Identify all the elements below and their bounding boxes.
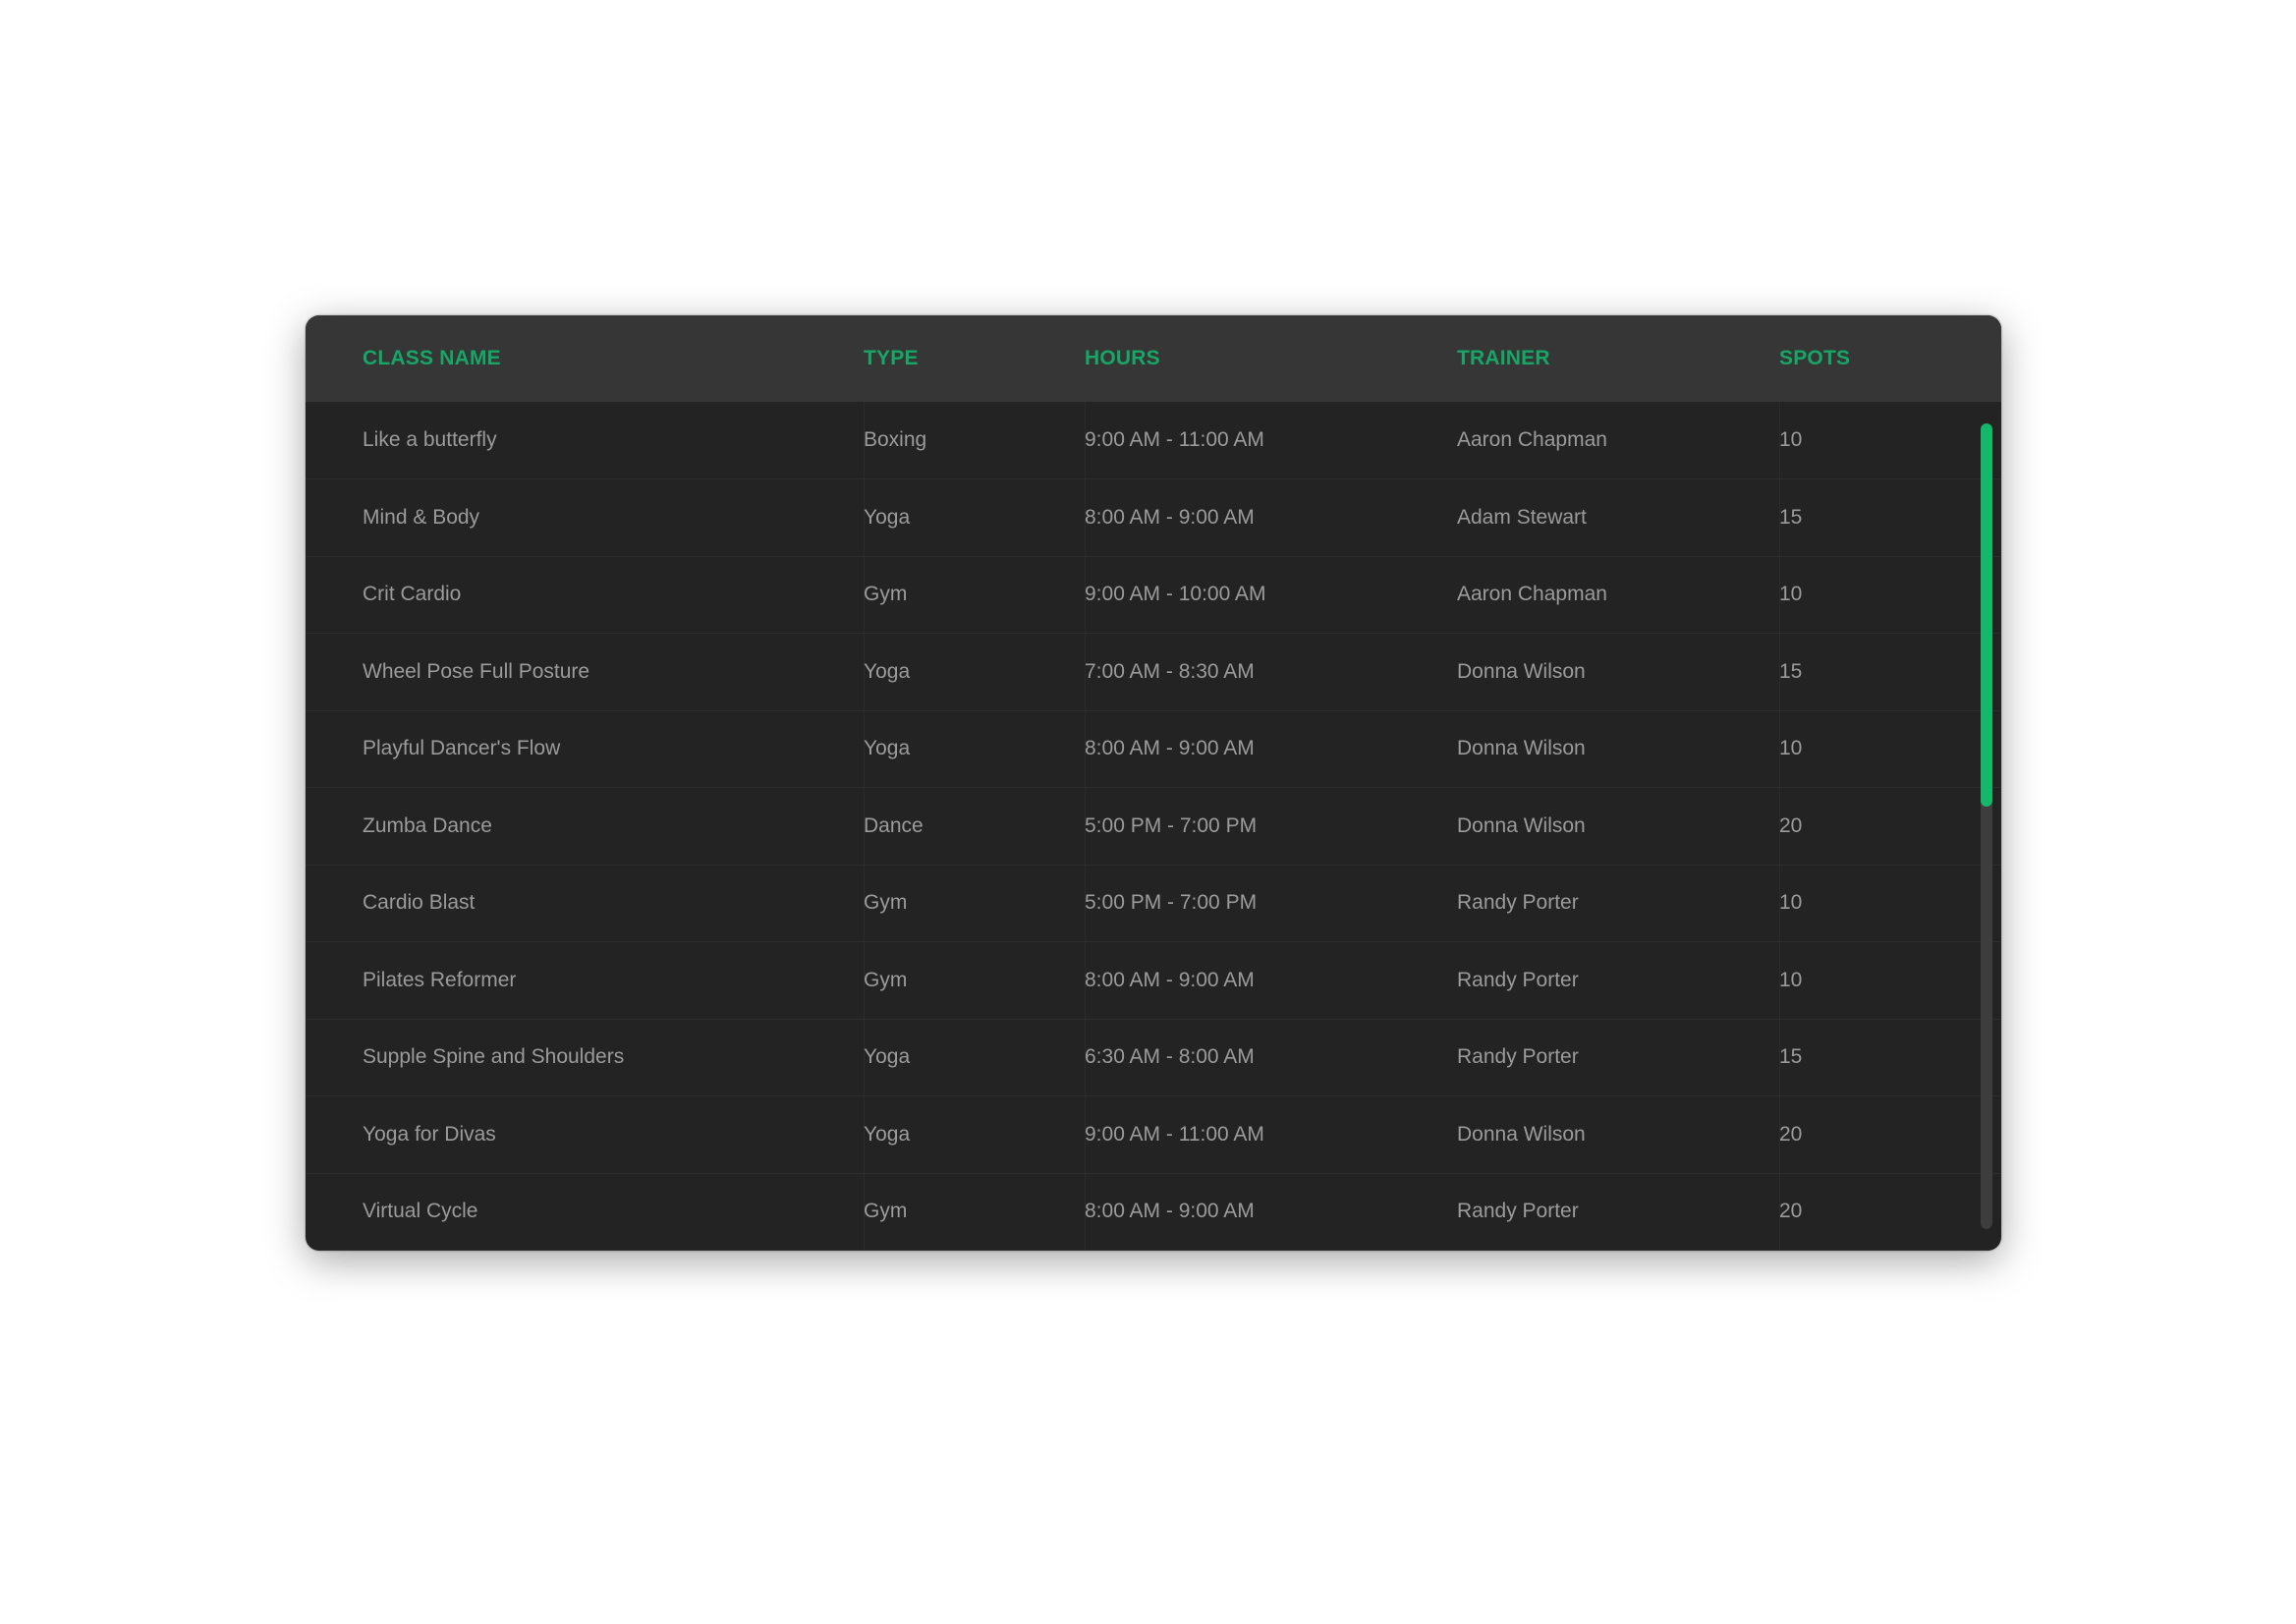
cell-type: Yoga bbox=[864, 1045, 911, 1068]
cell-class-name: Mind & Body bbox=[363, 506, 480, 529]
cell-type: Gym bbox=[864, 1200, 908, 1222]
cell-type: Gym bbox=[864, 969, 908, 991]
table-row[interactable]: Zumba Dance Dance 5:00 PM - 7:00 PM Donna W… bbox=[306, 788, 2001, 866]
table-row[interactable]: Like a butterfly Boxing 9:00 AM - 11:00 AM… bbox=[306, 402, 2001, 479]
table-row[interactable]: Mind & Body Yoga 8:00 AM - 9:00 AM Adam Ste… bbox=[306, 479, 2001, 557]
column-header-hours[interactable]: HOURS bbox=[1085, 315, 1160, 402]
cell-trainer: Adam Stewart bbox=[1457, 506, 1587, 529]
cell-hours: 7:00 AM - 8:30 AM bbox=[1085, 660, 1255, 683]
cell-hours: 9:00 AM - 10:00 AM bbox=[1085, 583, 1266, 605]
table-row[interactable]: Playful Dancer's Flow Yoga 8:00 AM - 9:00 … bbox=[306, 710, 2001, 788]
cell-class-name: Playful Dancer's Flow bbox=[363, 737, 561, 759]
cell-spots: 20 bbox=[1779, 1123, 1803, 1146]
cell-type: Yoga bbox=[864, 1123, 911, 1146]
cell-spots: 10 bbox=[1779, 737, 1803, 759]
cell-trainer: Randy Porter bbox=[1457, 1045, 1579, 1068]
cell-hours: 6:30 AM - 8:00 AM bbox=[1085, 1045, 1255, 1068]
cell-trainer: Aaron Chapman bbox=[1457, 428, 1607, 451]
cell-hours: 5:00 PM - 7:00 PM bbox=[1085, 814, 1258, 837]
cell-spots: 10 bbox=[1779, 583, 1803, 605]
table-row[interactable]: Pilates Reformer Gym 8:00 AM - 9:00 AM Rand… bbox=[306, 942, 2001, 1020]
table-row[interactable]: Yoga for Divas Yoga 9:00 AM - 11:00 AM Donn… bbox=[306, 1096, 2001, 1174]
cell-trainer: Randy Porter bbox=[1457, 1200, 1579, 1222]
cell-class-name: Pilates Reformer bbox=[363, 969, 517, 991]
cell-class-name: Virtual Cycle bbox=[363, 1200, 478, 1222]
cell-class-name: Wheel Pose Full Posture bbox=[363, 660, 590, 683]
cell-hours: 8:00 AM - 9:00 AM bbox=[1085, 737, 1255, 759]
column-header-spots[interactable]: SPOTS bbox=[1779, 315, 1850, 402]
table-row[interactable]: Crit Cardio Gym 9:00 AM - 10:00 AM Aaron Ch… bbox=[306, 556, 2001, 634]
cell-trainer: Aaron Chapman bbox=[1457, 583, 1607, 605]
scrollbar-thumb[interactable] bbox=[1981, 423, 1992, 807]
cell-type: Dance bbox=[864, 814, 924, 837]
cell-hours: 5:00 PM - 7:00 PM bbox=[1085, 891, 1258, 914]
table-row[interactable]: Supple Spine and Shoulders Yoga 6:30 AM - … bbox=[306, 1019, 2001, 1096]
cell-trainer: Donna Wilson bbox=[1457, 1123, 1586, 1146]
cell-type: Yoga bbox=[864, 737, 911, 759]
column-header-trainer[interactable]: TRAINER bbox=[1457, 315, 1550, 402]
cell-class-name: Supple Spine and Shoulders bbox=[363, 1045, 625, 1068]
cell-spots: 20 bbox=[1779, 1200, 1803, 1222]
cell-hours: 8:00 AM - 9:00 AM bbox=[1085, 969, 1255, 991]
cell-type: Yoga bbox=[864, 660, 911, 683]
cell-trainer: Randy Porter bbox=[1457, 969, 1579, 991]
table-row[interactable]: Virtual Cycle Gym 8:00 AM - 9:00 AM Randy P… bbox=[306, 1173, 2001, 1251]
cell-type: Gym bbox=[864, 891, 908, 914]
cell-trainer: Donna Wilson bbox=[1457, 737, 1586, 759]
scrollbar-track[interactable] bbox=[1981, 423, 1992, 1229]
cell-trainer: Randy Porter bbox=[1457, 891, 1579, 914]
table-body: Like a butterfly Boxing 9:00 AM - 11:00 AM… bbox=[306, 402, 2001, 1251]
cell-class-name: Zumba Dance bbox=[363, 814, 492, 837]
cell-trainer: Donna Wilson bbox=[1457, 660, 1586, 683]
cell-class-name: Yoga for Divas bbox=[363, 1123, 496, 1146]
cell-spots: 15 bbox=[1779, 1045, 1803, 1068]
column-header-type[interactable]: TYPE bbox=[864, 315, 919, 402]
cell-type: Gym bbox=[864, 583, 908, 605]
cell-hours: 8:00 AM - 9:00 AM bbox=[1085, 1200, 1255, 1222]
table-row[interactable]: Wheel Pose Full Posture Yoga 7:00 AM - 8:3… bbox=[306, 634, 2001, 711]
cell-spots: 15 bbox=[1779, 506, 1803, 529]
cell-spots: 15 bbox=[1779, 660, 1803, 683]
cell-type: Yoga bbox=[864, 506, 911, 529]
cell-spots: 10 bbox=[1779, 428, 1803, 451]
column-header-class-name[interactable]: CLASS NAME bbox=[363, 315, 501, 402]
cell-hours: 9:00 AM - 11:00 AM bbox=[1085, 1123, 1264, 1146]
table-header: CLASS NAME TYPE HOURS TRAINER SPOTS bbox=[306, 315, 2001, 402]
cell-class-name: Crit Cardio bbox=[363, 583, 462, 605]
table-row[interactable]: Cardio Blast Gym 5:00 PM - 7:00 PM Randy Po… bbox=[306, 865, 2001, 942]
cell-type: Boxing bbox=[864, 428, 927, 451]
cell-hours: 9:00 AM - 11:00 AM bbox=[1085, 428, 1264, 451]
cell-spots: 20 bbox=[1779, 814, 1803, 837]
cell-spots: 10 bbox=[1779, 891, 1803, 914]
cell-class-name: Cardio Blast bbox=[363, 891, 476, 914]
cell-hours: 8:00 AM - 9:00 AM bbox=[1085, 506, 1255, 529]
cell-trainer: Donna Wilson bbox=[1457, 814, 1586, 837]
class-schedule-table: CLASS NAME TYPE HOURS TRAINER SPOTS Like… bbox=[306, 315, 2001, 1251]
cell-class-name: Like a butterfly bbox=[363, 428, 497, 451]
cell-spots: 10 bbox=[1779, 969, 1803, 991]
